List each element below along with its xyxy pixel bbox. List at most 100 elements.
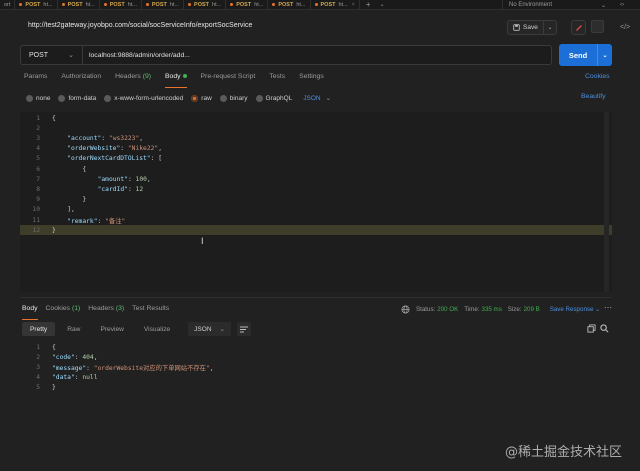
tab-pre-request-script[interactable]: Pre-request Script	[201, 73, 256, 85]
view-pretty-button[interactable]: Pretty	[22, 322, 56, 336]
request-tab[interactable]: POST ht...	[268, 0, 311, 10]
globe-icon[interactable]	[401, 305, 410, 314]
search-icon[interactable]	[600, 324, 609, 333]
chevron-down-icon[interactable]: ⌄	[598, 52, 612, 59]
env-quicklook-icon[interactable]: ‹›	[620, 0, 624, 10]
view-raw-button[interactable]: Raw	[59, 322, 88, 336]
request-tab[interactable]: POST ht...	[226, 0, 269, 10]
code-text: {	[52, 115, 56, 122]
body-language-select[interactable]: JSON ⌄	[303, 94, 331, 102]
status-value[interactable]: 200 OK	[437, 306, 458, 313]
send-button[interactable]: Send ⌄	[559, 44, 612, 66]
request-tab[interactable]: POST ht...	[15, 0, 58, 10]
response-format-select[interactable]: JSON ⌄	[188, 322, 231, 336]
json-key: "remark"	[67, 217, 98, 225]
copy-icon[interactable]	[587, 324, 596, 333]
close-icon[interactable]: ×	[352, 2, 355, 8]
tab-settings[interactable]: Settings	[299, 73, 324, 85]
request-tab[interactable]: POST ht...	[100, 0, 142, 10]
time-label: Time:	[464, 306, 480, 313]
unsaved-dot-icon	[61, 3, 65, 6]
response-body-viewer[interactable]: 1{2 "code": 404, 3 "message": "orderWebsite…	[20, 342, 612, 442]
time-value[interactable]: 335 ms	[482, 306, 502, 313]
request-tab[interactable]: ort	[0, 0, 16, 10]
environment-selector[interactable]: No Environment ⌄	[502, 0, 612, 10]
tab-method: POST	[151, 1, 167, 8]
json-punct: {	[52, 114, 56, 122]
code-line: 5}	[20, 383, 612, 393]
response-tab-test-results[interactable]: Test Results	[132, 305, 169, 317]
size-value[interactable]: 209 B	[524, 306, 540, 313]
chevron-down-icon[interactable]: ⌄	[544, 24, 556, 31]
view-preview-button[interactable]: Preview	[92, 322, 131, 336]
request-tab[interactable]: POST ht... ×	[311, 0, 360, 10]
beautify-link[interactable]: Beautify	[581, 93, 606, 100]
body-type-binary[interactable]: binary	[219, 94, 248, 102]
line-number: 7	[36, 175, 40, 183]
code-text: "code": 404,	[52, 353, 98, 361]
json-punct: ,	[139, 134, 144, 142]
response-tab-cookies[interactable]: Cookies (1)	[46, 305, 81, 317]
json-punct: {	[52, 343, 56, 351]
tab-label: ht...	[169, 1, 180, 8]
tab-list-chevron-icon[interactable]: ⌄	[377, 1, 388, 8]
code-line: 2	[20, 123, 612, 133]
radio-label: x-www-form-urlencoded	[114, 94, 184, 102]
url-input[interactable]: localhost:9888/admin/order/add...	[83, 52, 190, 59]
tab-label: Authorization	[61, 73, 102, 80]
code-line: 3 "message": "orderWebsite对应的下单网站不存在",	[20, 362, 612, 372]
code-text: "account": "ws3223",	[67, 134, 144, 142]
method-label: POST	[29, 51, 49, 59]
request-header: http://test2gateway.joyobpo.com/social/s…	[0, 16, 640, 38]
request-body-editor[interactable]: 1{2 3 "account": "ws3223", 4 "orderWebsite":…	[20, 112, 612, 292]
save-button[interactable]: Save ⌄	[507, 20, 557, 35]
body-type-none[interactable]: none	[26, 94, 50, 102]
tab-authorization[interactable]: Authorization	[61, 73, 101, 85]
code-text: }	[82, 196, 86, 203]
cookies-link[interactable]: Cookies	[585, 73, 610, 80]
body-type-graphql[interactable]: GraphQL	[255, 94, 292, 102]
pane-splitter[interactable]	[20, 297, 612, 298]
response-tab-headers[interactable]: Headers (3)	[88, 305, 124, 317]
response-tabs: Body Cookies (1) Headers (3) Test Results	[22, 305, 177, 320]
tab-tests[interactable]: Tests	[269, 73, 285, 85]
line-number: 2	[36, 353, 40, 361]
request-tab[interactable]: POST ht...	[142, 0, 185, 10]
json-key: "amount"	[97, 175, 128, 183]
documentation-icon[interactable]	[591, 20, 604, 33]
save-icon	[513, 24, 520, 31]
request-url-bar: POST ⌄ localhost:9888/admin/order/add...	[20, 45, 552, 65]
environment-label: No Environment	[509, 2, 553, 8]
json-punct: ,	[158, 145, 162, 153]
line-number: 6	[36, 165, 40, 173]
response-tab-body[interactable]: Body	[22, 305, 38, 320]
code-line: 1{	[20, 113, 612, 123]
edit-icon[interactable]	[571, 20, 586, 35]
save-response-button[interactable]: Save Response ⌄	[550, 306, 601, 313]
json-key: "orderWebsite"	[67, 145, 121, 153]
tab-method: POST	[109, 1, 125, 8]
view-visualize-button[interactable]: Visualize	[136, 322, 178, 336]
tab-label: ht...	[43, 1, 53, 8]
request-tab[interactable]: POST ht...	[58, 0, 100, 10]
new-tab-icon[interactable]: +	[360, 0, 377, 9]
json-key: "code"	[52, 353, 75, 361]
editor-scrollbar[interactable]	[604, 112, 609, 292]
tab-body[interactable]: Body	[165, 73, 187, 88]
code-text: "remark": "备注"	[67, 217, 126, 225]
tab-headers[interactable]: Headers (9)	[115, 73, 151, 85]
method-select[interactable]: POST ⌄	[21, 46, 83, 64]
tab-label: Settings	[299, 73, 324, 80]
wrap-lines-icon[interactable]	[236, 322, 251, 336]
code-line: 7 "amount": 100,	[20, 174, 612, 184]
body-type-raw[interactable]: raw	[191, 94, 212, 102]
body-type-form-data[interactable]: form-data	[58, 94, 96, 102]
request-tab[interactable]: POST ht...	[184, 0, 227, 10]
code-line: 8 "cardId": 12	[20, 184, 612, 194]
tab-params[interactable]: Params	[24, 73, 47, 85]
request-title[interactable]: http://test2gateway.joyobpo.com/social/s…	[28, 22, 252, 29]
code-line: 11 "remark": "备注"	[20, 215, 612, 225]
more-options-icon[interactable]: ⋯	[604, 303, 612, 312]
code-snippet-icon[interactable]: </>	[620, 24, 630, 31]
body-type-x-www-form-urlencoded[interactable]: x-www-form-urlencoded	[104, 94, 184, 102]
